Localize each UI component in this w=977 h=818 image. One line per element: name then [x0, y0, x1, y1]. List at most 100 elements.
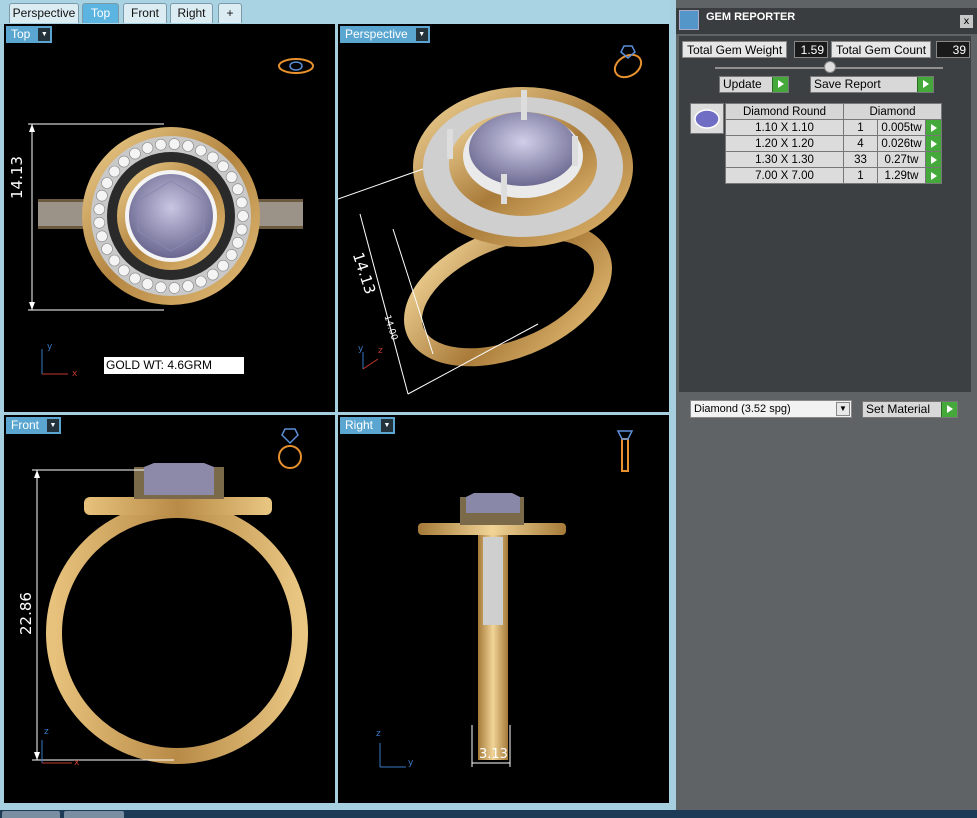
halo-stone — [225, 249, 238, 261]
row-go-button[interactable] — [925, 135, 942, 152]
panel-body: Total Gem Weight 1.59 Total Gem Count 39… — [679, 36, 971, 392]
table-row[interactable]: 1.10 X 1.10 1 0.005tw — [725, 119, 942, 136]
table-row[interactable]: 7.00 X 7.00 1 1.29tw — [725, 167, 942, 184]
gem-weight: 0.27tw — [877, 151, 926, 168]
halo-stone — [155, 281, 167, 294]
gem-weight: 0.005tw — [877, 119, 926, 136]
halo-stone — [118, 264, 130, 277]
gem-reporter-icon — [679, 10, 699, 30]
ring-thumbnail-icon — [278, 58, 314, 74]
column-header-shape: Diamond Round — [725, 103, 844, 120]
halo-stone — [217, 259, 229, 272]
chevron-down-icon[interactable]: ▼ — [836, 402, 850, 416]
taskbar — [0, 810, 977, 818]
row-go-button[interactable] — [925, 119, 942, 136]
halo-stone — [207, 268, 219, 281]
halo-stone — [195, 144, 207, 157]
gem-count: 1 — [843, 119, 878, 136]
close-icon[interactable]: x — [960, 15, 973, 28]
halo-stone — [168, 282, 181, 294]
update-button[interactable]: Update — [719, 76, 789, 93]
viewport-right[interactable]: Right ▼ 3.13 z y — [338, 415, 669, 803]
gem-count: 33 — [843, 151, 878, 168]
halo-stone — [129, 272, 141, 285]
viewport-area: Perspective Top Front Right + Top ▼ 14.1… — [0, 0, 676, 810]
play-icon — [941, 402, 957, 417]
halo-stone — [93, 203, 106, 215]
halo-stone — [96, 189, 108, 202]
halo-stone — [155, 138, 167, 151]
axis-z-label: z — [44, 727, 49, 737]
halo-stone — [96, 230, 108, 243]
halo-stone — [232, 237, 244, 249]
table-row[interactable]: 1.30 X 1.30 33 0.27tw — [725, 151, 942, 168]
chevron-down-icon[interactable]: ▼ — [38, 28, 51, 41]
viewport-label-top[interactable]: Top ▼ — [6, 26, 53, 43]
halo-stone — [232, 183, 244, 195]
viewport-top[interactable]: Top ▼ 14.13 y x GOLD WT: 4.6GRM — [4, 24, 335, 412]
halo-stone — [93, 217, 106, 229]
material-select[interactable]: Diamond (3.52 spg) ▼ — [690, 400, 852, 418]
axis-y-label: y — [408, 758, 414, 768]
chevron-down-icon[interactable]: ▼ — [415, 28, 428, 41]
taskbar-button[interactable] — [64, 811, 124, 818]
viewport-label-perspective[interactable]: Perspective ▼ — [340, 26, 430, 43]
table-row[interactable]: 1.20 X 1.20 4 0.026tw — [725, 135, 942, 152]
halo-stone — [182, 280, 194, 292]
ring-thumbnail-icon — [613, 45, 643, 79]
row-go-button[interactable] — [925, 151, 942, 168]
row-go-button[interactable] — [925, 167, 942, 184]
total-gem-count: Total Gem Count 39 — [831, 41, 971, 58]
gem-count: 1 — [843, 167, 878, 184]
viewport-label-right[interactable]: Right ▼ — [340, 417, 396, 434]
set-material-button[interactable]: Set Material — [862, 401, 958, 418]
gem-count: 4 — [843, 135, 878, 152]
ring-thumbnail-icon — [278, 428, 302, 469]
chevron-down-icon[interactable]: ▼ — [47, 419, 60, 432]
play-icon — [772, 77, 788, 92]
total-gem-weight-label: Total Gem Weight — [682, 41, 788, 58]
halo-stone — [141, 278, 154, 290]
taskbar-button[interactable] — [2, 811, 60, 818]
play-icon — [917, 77, 933, 92]
tab-right[interactable]: Right — [170, 3, 213, 23]
tab-top[interactable]: Top — [82, 3, 119, 23]
halo-stone — [108, 254, 121, 267]
save-report-button[interactable]: Save Report — [810, 76, 934, 93]
halo-stone — [129, 147, 141, 160]
halo-stone — [195, 275, 207, 288]
gem-size: 1.10 X 1.10 — [725, 119, 844, 136]
halo-stone — [237, 210, 249, 222]
axis-y-label: y — [47, 342, 53, 352]
gem-size: 7.00 X 7.00 — [725, 167, 844, 184]
dimension-label-right: 3.13 — [479, 747, 508, 762]
app-window: Perspective Top Front Right + Top ▼ 14.1… — [0, 0, 977, 818]
gem-table: Diamond Round Diamond 1.10 X 1.10 1 0.00… — [725, 103, 942, 184]
tab-perspective[interactable]: Perspective — [9, 3, 79, 23]
view-tab-bar: Perspective Top Front Right + — [0, 0, 670, 24]
axis-y-label: y — [358, 344, 364, 354]
halo-stone — [217, 160, 229, 173]
total-gem-weight-value: 1.59 — [794, 41, 828, 58]
halo-stone — [168, 138, 181, 150]
viewport-label-front[interactable]: Front ▼ — [6, 417, 62, 434]
halo-stone — [225, 171, 238, 183]
add-tab-button[interactable]: + — [218, 3, 242, 23]
dimension-label-front: 22.86 — [17, 592, 35, 635]
tab-front[interactable]: Front — [123, 3, 167, 23]
halo-stone — [108, 165, 121, 178]
slider-handle[interactable] — [824, 61, 836, 73]
halo-stone — [182, 140, 194, 152]
total-gem-count-value: 39 — [936, 41, 970, 58]
column-header-material: Diamond — [843, 103, 942, 120]
gem-weight: 0.026tw — [877, 135, 926, 152]
axis-x-label: x — [74, 758, 80, 768]
viewport-perspective[interactable]: Perspective ▼ 14.13 14.00 y z — [338, 24, 669, 412]
viewport-front[interactable]: Front ▼ 22.86 z x — [4, 415, 335, 803]
halo-stone — [141, 142, 154, 154]
chevron-down-icon[interactable]: ▼ — [381, 419, 394, 432]
total-gem-weight: Total Gem Weight 1.59 — [682, 41, 828, 58]
halo-stone — [235, 223, 248, 236]
gem-size: 1.30 X 1.30 — [725, 151, 844, 168]
axis-z-label: z — [378, 346, 383, 356]
